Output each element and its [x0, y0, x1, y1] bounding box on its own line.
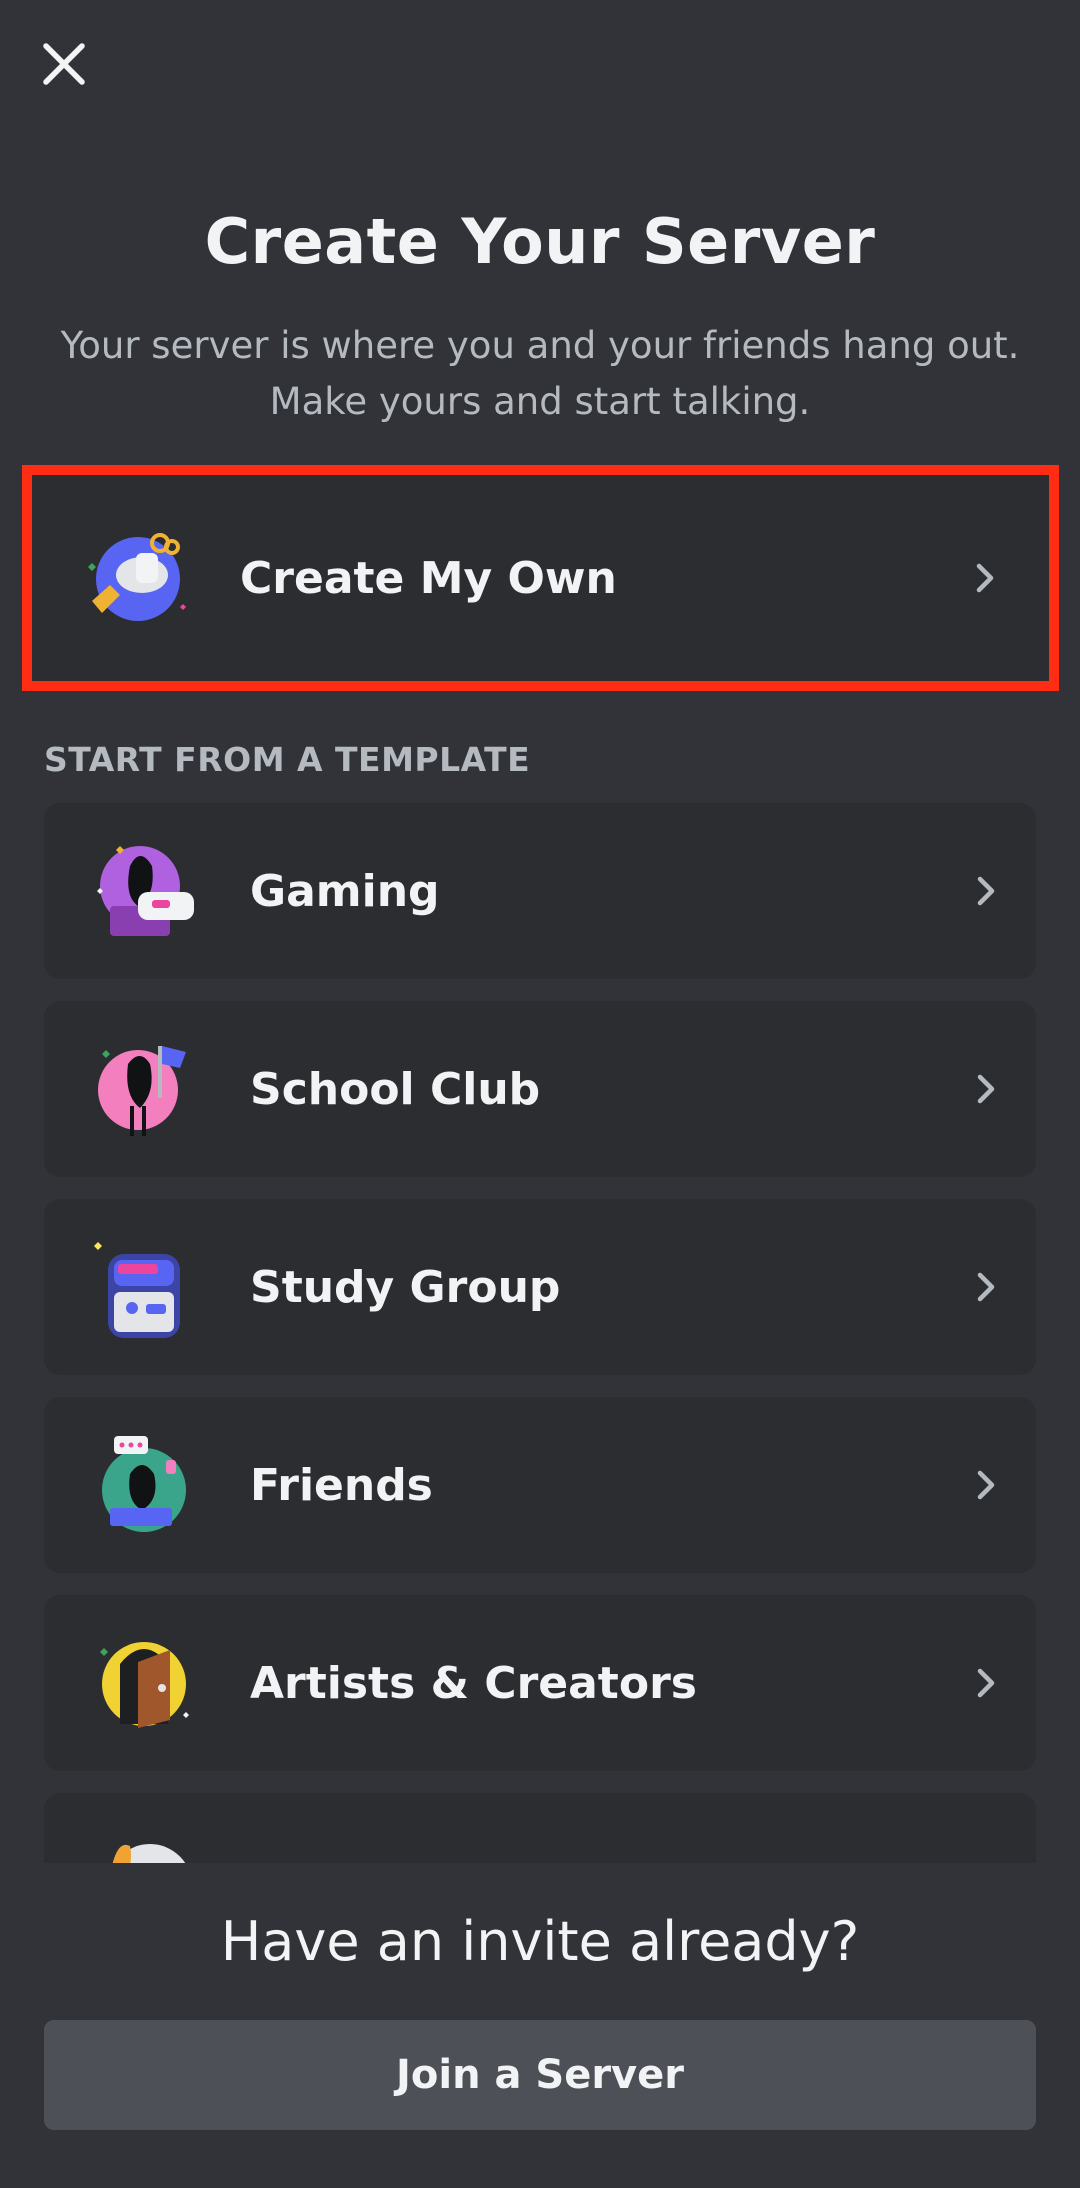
template-label: Friends: [250, 1459, 433, 1511]
chevron-right-icon: [976, 563, 994, 593]
study-group-illustration-icon: [90, 1232, 200, 1342]
template-section-label: START FROM A TEMPLATE: [44, 740, 531, 779]
template-label: School Club: [250, 1063, 541, 1115]
template-gaming[interactable]: Gaming: [44, 803, 1036, 979]
close-button[interactable]: [36, 36, 92, 92]
chevron-right-icon: [977, 1272, 995, 1302]
school-club-illustration-icon: [90, 1034, 200, 1144]
page-subtitle: Your server is where you and your friend…: [60, 324, 1020, 423]
local-community-illustration-icon: [90, 1826, 200, 1863]
friends-illustration-icon: [90, 1430, 200, 1540]
invite-heading: Have an invite already?: [220, 1910, 860, 1973]
template-label: Artists & Creators: [250, 1657, 697, 1709]
create-my-own-button[interactable]: Create My Own: [22, 465, 1059, 691]
gaming-illustration-icon: [90, 836, 200, 946]
template-label: Study Group: [250, 1261, 561, 1313]
template-label: Gaming: [250, 865, 440, 917]
artists-creators-illustration-icon: [90, 1628, 200, 1738]
chevron-right-icon: [977, 1470, 995, 1500]
page-title: Create Your Server: [204, 205, 876, 278]
create-my-own-label: Create My Own: [240, 552, 617, 604]
template-artists-creators[interactable]: Artists & Creators: [44, 1595, 1036, 1771]
join-server-button[interactable]: Join a Server: [44, 2020, 1036, 2130]
template-friends[interactable]: Friends: [44, 1397, 1036, 1573]
template-local-community[interactable]: [44, 1793, 1036, 1863]
template-list[interactable]: Gaming School Club Study Group Friends A…: [44, 803, 1036, 1863]
chevron-right-icon: [977, 1668, 995, 1698]
template-study-group[interactable]: Study Group: [44, 1199, 1036, 1375]
chevron-right-icon: [966, 1861, 1006, 1863]
chevron-right-icon: [977, 1074, 995, 1104]
chevron-right-icon: [977, 876, 995, 906]
create-server-illustration-icon: [80, 523, 190, 633]
template-school-club[interactable]: School Club: [44, 1001, 1036, 1177]
close-icon: [43, 43, 85, 85]
